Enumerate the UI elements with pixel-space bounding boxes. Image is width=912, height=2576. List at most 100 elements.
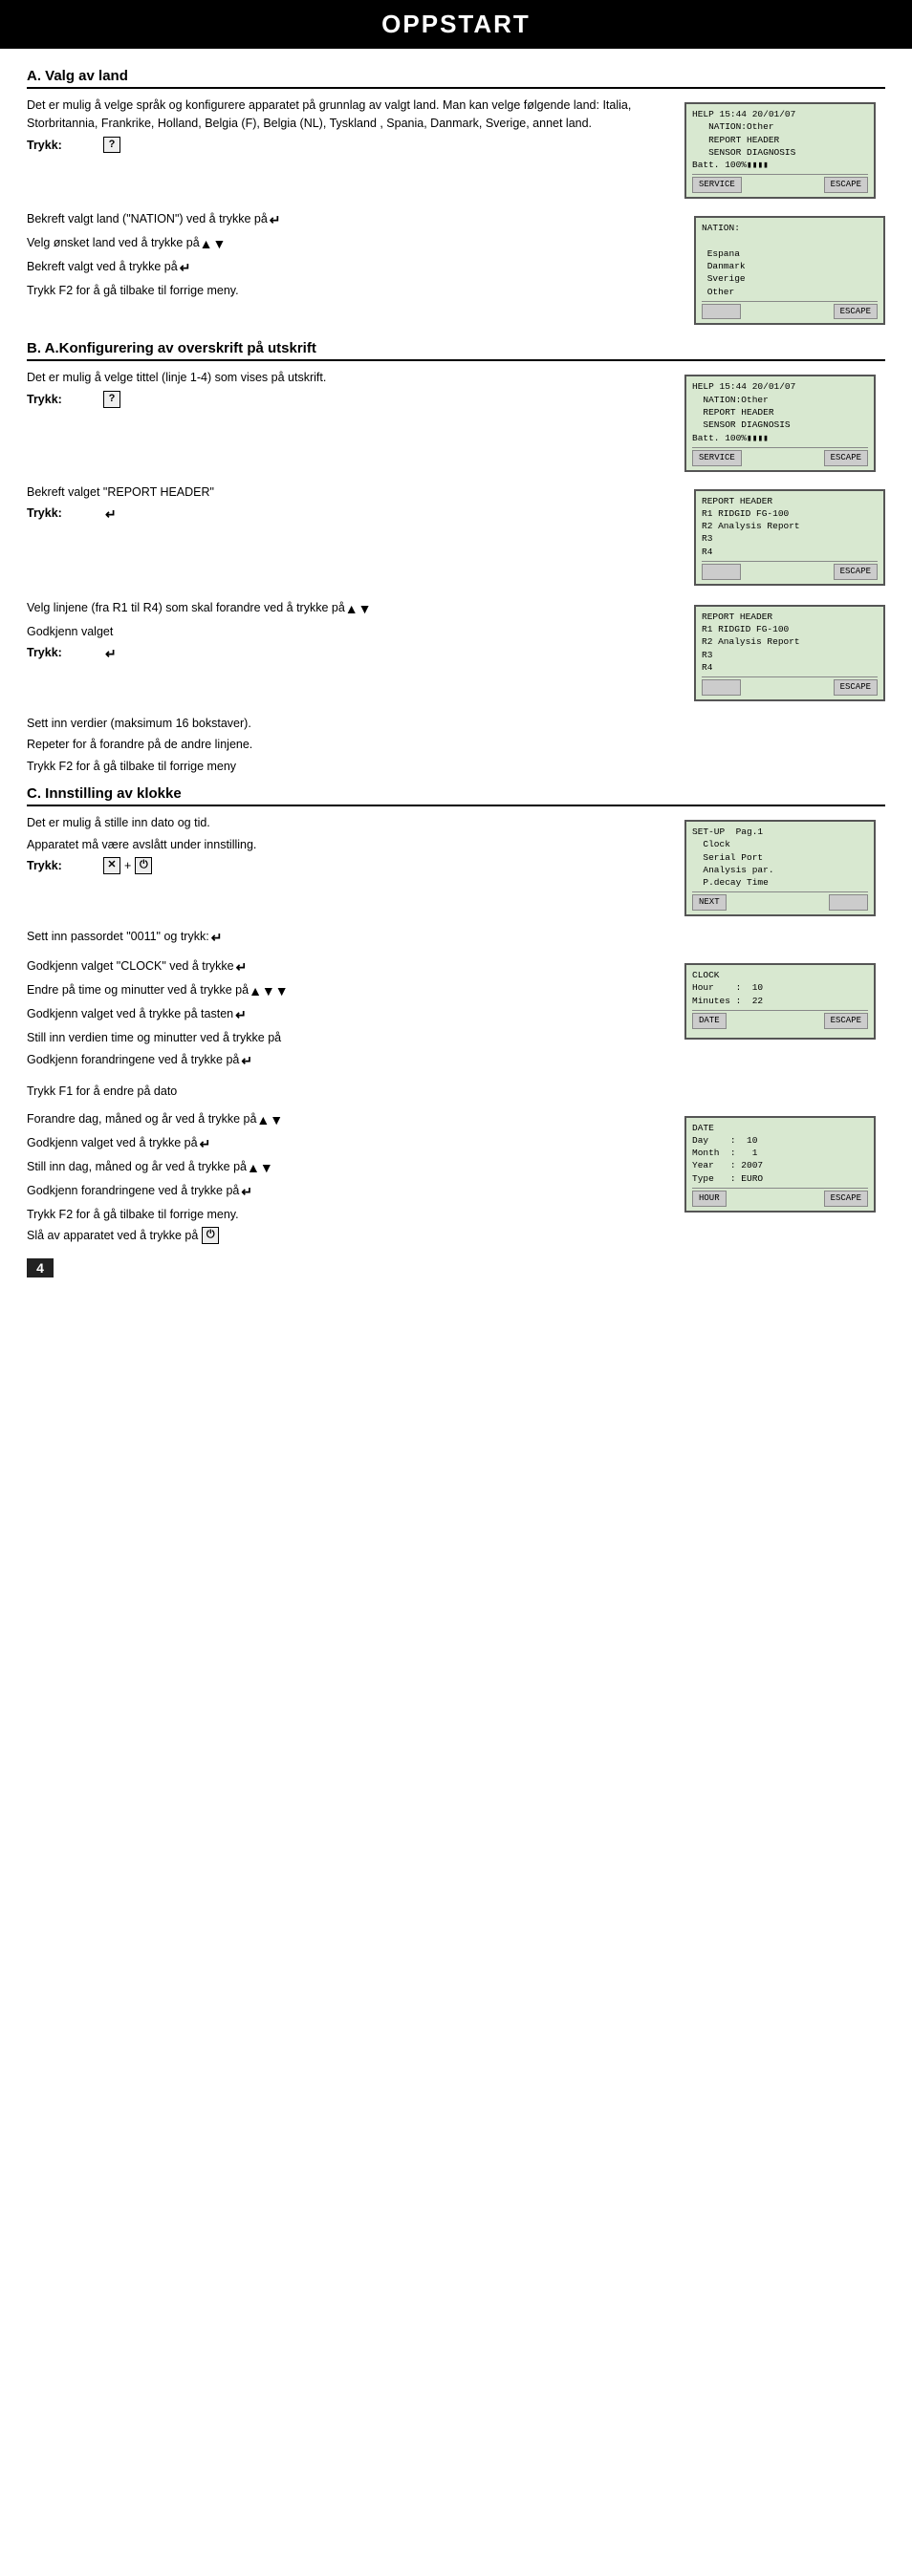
screen-line: REPORT HEADER <box>702 495 878 507</box>
inst-select: Velg ønsket land ved å trykke på ▲ ▼ <box>27 234 679 254</box>
section-c: C. Innstilling av klokke Det er mulig å … <box>27 785 885 1249</box>
section-c-password: Sett inn passordet "0011" og trykk: ↵ <box>27 928 885 952</box>
next-button[interactable]: NEXT <box>692 894 727 911</box>
escape-button[interactable]: ESCAPE <box>824 177 868 193</box>
inst-confirm-date2: Godkjenn forandringene ved å trykke på ↵ <box>27 1182 675 1202</box>
inst-password: Sett inn passordet "0011" og trykk: ↵ <box>27 928 876 948</box>
inst-confirm: Bekreft valgt ved å trykke på ↵ <box>27 258 679 278</box>
inst-confirm-time: Godkjenn valget ved å trykke på tasten ↵ <box>27 1005 675 1025</box>
enter-icon-5: ↵ <box>211 928 223 948</box>
service-button-2[interactable]: SERVICE <box>692 450 742 466</box>
inst-clock: Godkjenn valget "CLOCK" ved å trykke ↵ <box>27 957 675 977</box>
section-c-date: Trykk F1 for å endre på dato <box>27 1083 885 1105</box>
inst-change-date: Forandre dag, måned og år ved å trykke p… <box>27 1110 675 1130</box>
section-b-report: REPORT HEADER R1 RIDGID FG-100 R2 Analys… <box>27 483 885 591</box>
footer: 4 <box>27 1258 885 1277</box>
section-c-screen2: CLOCK Hour : 10 Minutes : 22 DATE ESCAPE <box>684 957 885 1045</box>
section-c-clock: Godkjenn valget "CLOCK" ved å trykke ↵ E… <box>27 957 885 1075</box>
screen-line: Sverige <box>702 272 878 285</box>
inst-godkjenn: Godkjenn valget <box>27 623 679 641</box>
screen-line: Other <box>702 286 878 298</box>
screen-line: Espana <box>702 247 878 260</box>
enter-icon-8: ↵ <box>241 1051 252 1071</box>
enter-icon-6: ↵ <box>236 957 248 977</box>
section-c-title: C. Innstilling av klokke <box>27 785 885 806</box>
screen-line: Year : 2007 <box>692 1159 868 1171</box>
screen-line: CLOCK <box>692 969 868 981</box>
escape-button[interactable]: ESCAPE <box>834 304 878 320</box>
screen-buttons: DATE ESCAPE <box>692 1010 868 1029</box>
screen-line: P.decay Time <box>692 876 868 889</box>
up-arrow-icon-3: ▲ <box>249 981 262 1001</box>
enter-icon-4: ↵ <box>105 644 117 664</box>
escape-button-5[interactable]: ESCAPE <box>824 1013 868 1029</box>
inst-trykk-enter: Trykk: ↵ <box>27 504 679 525</box>
screen-line: R1 RIDGID FG-100 <box>702 623 878 635</box>
up-arrow-icon: ▲ <box>200 234 213 254</box>
screen-buttons: ESCAPE <box>702 301 878 320</box>
section-c-date-edit: Forandre dag, måned og år ved å trykke p… <box>27 1110 885 1250</box>
section-c-intro: Det er mulig å stille inn dato og tid. A… <box>27 814 885 922</box>
service-button[interactable]: SERVICE <box>692 177 742 193</box>
enter-icon-7: ↵ <box>235 1005 247 1025</box>
page-header: OPPSTART <box>0 0 912 49</box>
inst-f2-back: Trykk F2 for å gå tilbake til forrige me… <box>27 1206 675 1224</box>
section-b: B. A.Konfigurering av overskrift på utsk… <box>27 340 885 775</box>
inst-set-date: Still inn dag, måned og år ved å trykke … <box>27 1158 675 1178</box>
escape-button-3[interactable]: ESCAPE <box>834 564 878 580</box>
enter-icon: ↵ <box>270 210 281 230</box>
screen-line: R4 <box>702 661 878 674</box>
section-b-lines: REPORT HEADER R1 RIDGID FG-100 R2 Analys… <box>27 599 885 707</box>
question-mark-key-2: ? <box>103 391 120 407</box>
section-a-screen1: HELP 15:44 20/01/07 NATION:Other REPORT … <box>684 97 885 204</box>
section-b-trykk: Trykk: ? <box>27 391 675 409</box>
screen-line: Batt. 100%▮▮▮▮ <box>692 159 868 171</box>
page-number: 4 <box>27 1258 54 1277</box>
screen-line: REPORT HEADER <box>702 611 878 623</box>
section-a-body: Det er mulig å velge språk og konfigurer… <box>27 97 675 133</box>
screen-line: NATION:Other <box>692 394 868 406</box>
hour-button[interactable]: HOUR <box>692 1191 727 1207</box>
enter-icon-2: ↵ <box>180 258 191 278</box>
screen-line: R1 RIDGID FG-100 <box>702 507 878 520</box>
inst-select-lines: Velg linjene (fra R1 til R4) som skal fo… <box>27 599 679 619</box>
screen-line: REPORT HEADER <box>692 406 868 419</box>
screen-buttons: NEXT <box>692 891 868 911</box>
lcd-screen-8: DATE Day : 10 Month : 1 Year : 2007 Type… <box>684 1116 876 1213</box>
section-b-screen2: REPORT HEADER R1 RIDGID FG-100 R2 Analys… <box>694 483 885 591</box>
inst-report-header: Bekreft valget "REPORT HEADER" <box>27 483 679 502</box>
screen-line: R4 <box>702 546 878 558</box>
section-a-screen2: NATION: Espana Danmark Sverige Other ESC… <box>694 210 885 331</box>
section-c-screen3: DATE Day : 10 Month : 1 Year : 2007 Type… <box>684 1110 885 1218</box>
screen-line: DATE <box>692 1122 868 1134</box>
screen-buttons: SERVICE ESCAPE <box>692 174 868 193</box>
section-a-intro: Det er mulig å velge språk og konfigurer… <box>27 97 885 204</box>
inst-f2: Trykk F2 for å gå tilbake til forrige me… <box>27 282 679 300</box>
section-a: A. Valg av land Det er mulig å velge spr… <box>27 68 885 331</box>
screen-line: R2 Analysis Report <box>702 520 878 532</box>
power-off-icon: ⏻ <box>202 1227 219 1243</box>
escape-button-6[interactable]: ESCAPE <box>824 1191 868 1207</box>
enter-icon-9: ↵ <box>200 1134 211 1154</box>
screen-line: NATION: <box>702 222 878 234</box>
down-arrow-icon-2: ▼ <box>358 599 372 619</box>
escape-button-4[interactable]: ESCAPE <box>834 679 878 696</box>
screen-line: Clock <box>692 838 868 850</box>
screen-line: SET-UP Pag.1 <box>692 826 868 838</box>
screen-line: NATION:Other <box>692 120 868 133</box>
section-b-body: Det er mulig å velge tittel (linje 1-4) … <box>27 369 675 387</box>
screen-line: R2 Analysis Report <box>702 635 878 648</box>
screen-line: Serial Port <box>692 851 868 864</box>
date-button[interactable]: DATE <box>692 1013 727 1029</box>
section-b-intro: Det er mulig å velge tittel (linje 1-4) … <box>27 369 885 477</box>
section-c-screen1: SET-UP Pag.1 Clock Serial Port Analysis … <box>684 814 885 922</box>
power-key: ⏻ <box>135 857 152 873</box>
screen-line: HELP 15:44 20/01/07 <box>692 108 868 120</box>
section-b-title: B. A.Konfigurering av overskrift på utsk… <box>27 340 885 361</box>
escape-button-2[interactable]: ESCAPE <box>824 450 868 466</box>
up-arrow-icon-5: ▲ <box>247 1158 260 1178</box>
section-b-screen3: REPORT HEADER R1 RIDGID FG-100 R2 Analys… <box>694 599 885 707</box>
inst-time-change: Endre på time og minutter ved å trykke p… <box>27 981 675 1001</box>
screen-line: Danmark <box>702 260 878 272</box>
inst-f1-date: Trykk F1 for å endre på dato <box>27 1083 876 1101</box>
